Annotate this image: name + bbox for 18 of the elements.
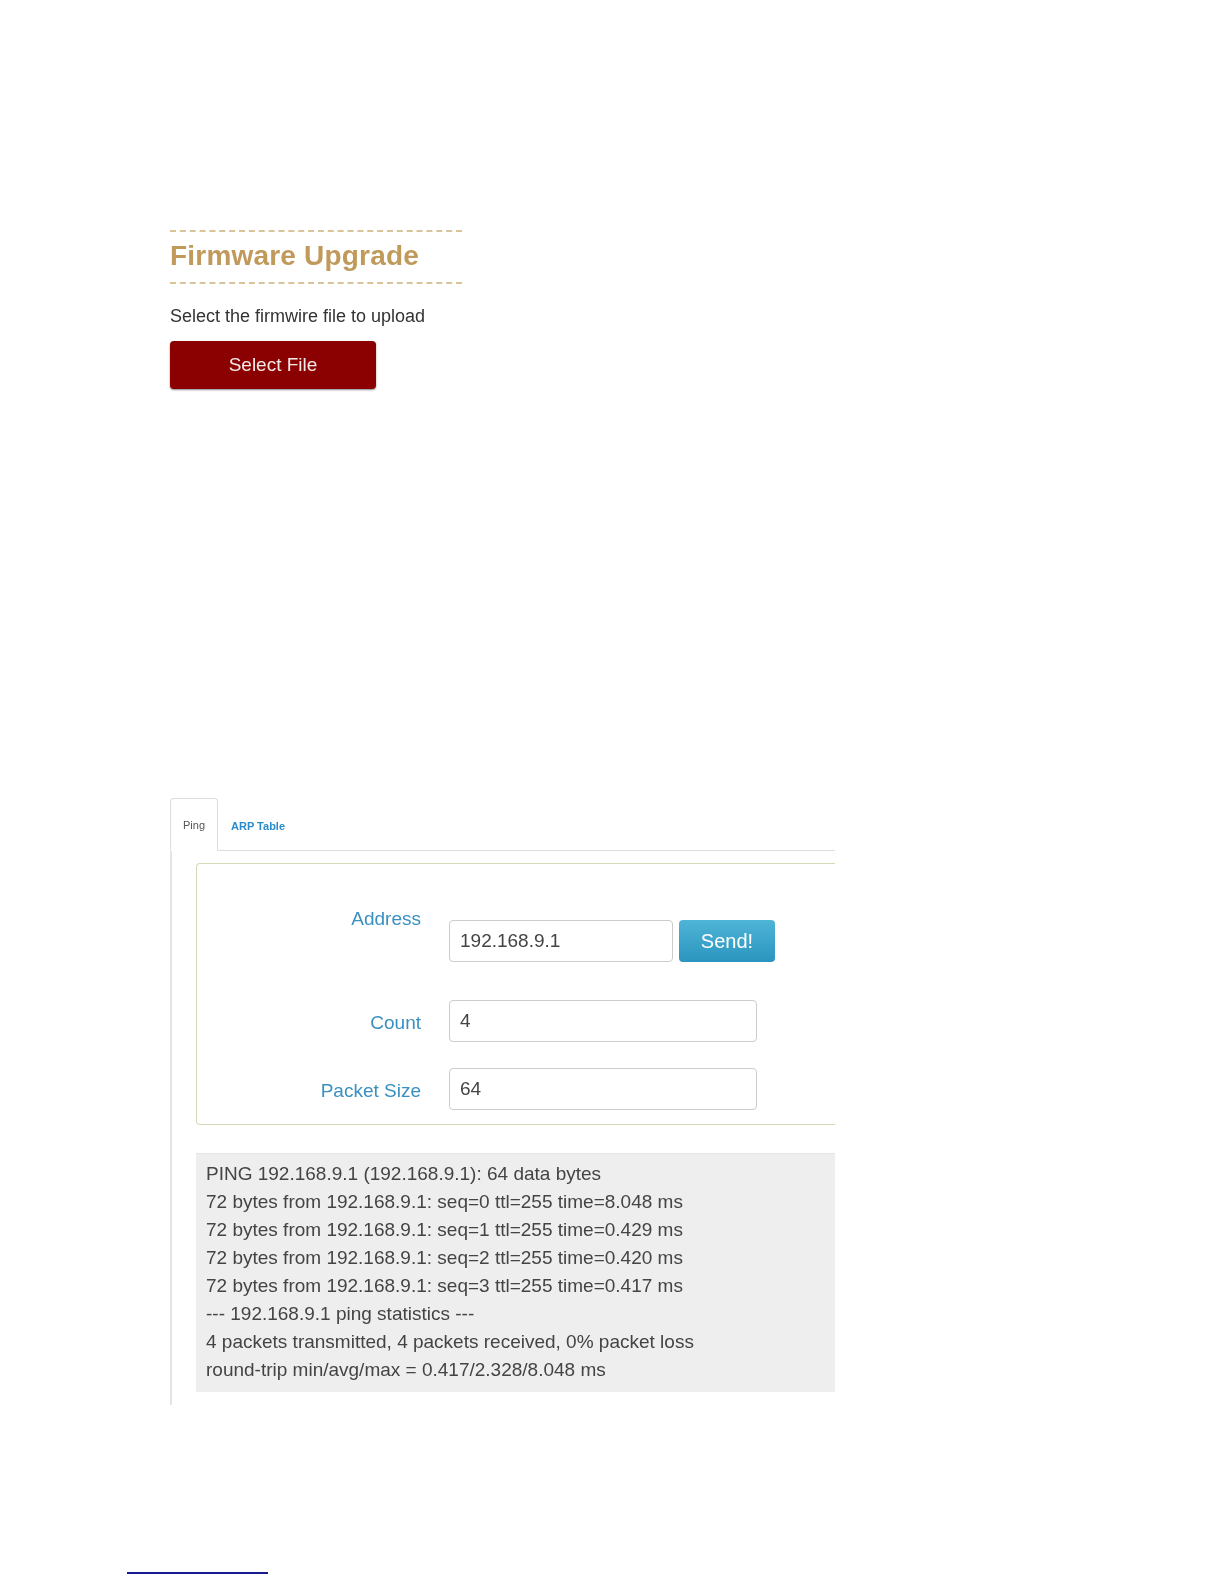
field-label: Count <box>369 1011 422 1034</box>
output-line: PING 192.168.9.1 (192.168.9.1): 64 data bytes <box>206 1162 603 1186</box>
output-line: round-trip min/avg/max = 0.417/2.328/8.048 ms <box>206 1358 607 1382</box>
output-line: 72 bytes from 192.168.9.1: seq=2 ttl=255 time=0.420 ms <box>206 1246 684 1270</box>
input-field[interactable]: 64 <box>449 1068 757 1110</box>
input-field[interactable]: 192.168.9.1 <box>449 920 673 962</box>
output-line: 4 packets transmitted, 4 packets received, 0% packet loss <box>206 1330 695 1354</box>
field-label: Packet Size <box>319 1079 422 1102</box>
output-line: 72 bytes from 192.168.9.1: seq=3 ttl=255 time=0.417 ms <box>206 1274 684 1298</box>
output-line: 72 bytes from 192.168.9.1: seq=0 ttl=255 time=8.048 ms <box>206 1190 684 1214</box>
section-title: Firmware Upgrade <box>170 230 462 284</box>
output-line: --- 192.168.9.1 ping statistics --- <box>206 1302 476 1326</box>
field-label: Address <box>350 907 422 930</box>
output-line: 72 bytes from 192.168.9.1: seq=1 ttl=255 time=0.429 ms <box>206 1218 684 1242</box>
input-field[interactable]: 4 <box>449 1000 757 1042</box>
instruction-text: Select the firmwire file to upload <box>170 306 427 327</box>
select-file-button[interactable]: Select File <box>170 341 376 389</box>
tab[interactable]: Ping <box>170 798 219 851</box>
